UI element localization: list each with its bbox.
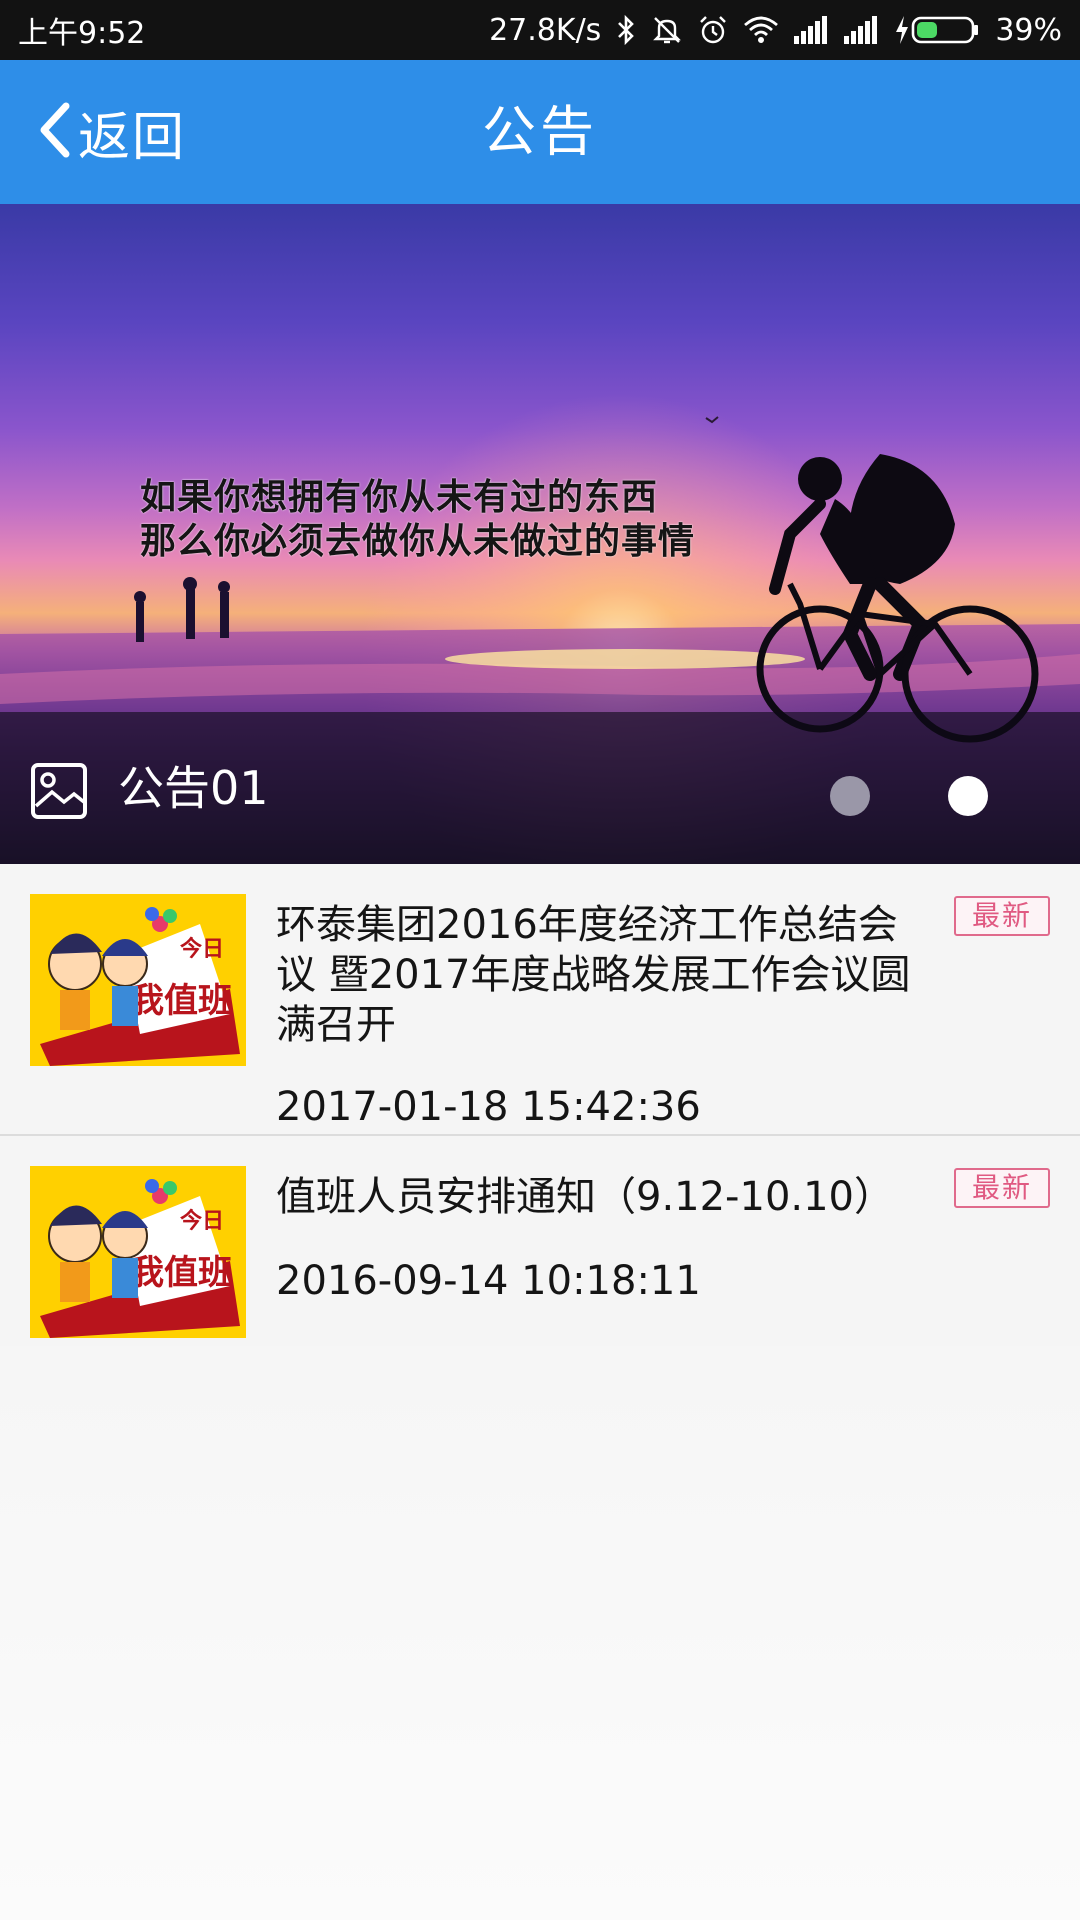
banner-caption: 公告01 [118,761,269,815]
signal-icon [793,16,829,44]
network-speed: 27.8K/s [489,12,602,48]
back-label: 返回 [78,107,187,168]
notice-date: 2016-09-14 10:18:11 [276,1258,701,1304]
battery-percent: 39% [995,12,1062,48]
new-badge: 最新 [954,1168,1050,1208]
notice-list: 今日 我值班 环泰集团2016年度经济工作总结会议 暨2017年度战略发展工作会… [0,864,1080,1346]
banner-caption-bar: 公告01 [0,712,1080,864]
status-time: 上午9:52 [18,16,146,51]
svg-text:今日: 今日 [180,936,224,962]
banner-quote: 如果你想拥有你从未有过的东西 那么你必须去做你从未做过的事情 [140,476,695,564]
battery-icon [911,14,981,46]
carousel-dot[interactable] [830,776,870,816]
new-badge: 最新 [954,896,1050,936]
mute-icon [651,14,683,46]
charging-icon [893,14,911,46]
status-icons: 27.8K/s 39% [489,13,1062,48]
battery [893,14,981,46]
notice-title: 环泰集团2016年度经济工作总结会议 暨2017年度战略发展工作会议圆满召开 [276,902,911,1048]
banner-quote-line: 那么你必须去做你从未做过的事情 [140,521,696,562]
svg-text:我值班: 我值班 [130,981,232,1021]
notice-thumbnail: 今日 我值班 [30,1166,246,1338]
alarm-icon [697,14,729,46]
bluetooth-icon [615,14,637,46]
back-button[interactable]: 返回 [36,60,186,204]
image-icon [30,762,88,824]
empty-area [0,1346,1080,1920]
list-item[interactable]: 今日 我值班 环泰集团2016年度经济工作总结会议 暨2017年度战略发展工作会… [0,864,1080,1136]
chevron-left-icon [36,100,72,164]
notice-title: 值班人员安排通知（9.12-10.10） [276,1174,895,1220]
title-bar: 公告 返回 [0,60,1080,204]
banner-carousel[interactable]: 如果你想拥有你从未有过的东西 那么你必须去做你从未做过的事情 公告01 [0,204,1080,864]
svg-text:今日: 今日 [180,1208,224,1234]
banner-quote-line: 如果你想拥有你从未有过的东西 [140,477,659,518]
signal-icon [843,16,879,44]
carousel-dot-active[interactable] [948,776,988,816]
notice-date: 2017-01-18 15:42:36 [276,1084,701,1130]
svg-text:我值班: 我值班 [130,1253,232,1293]
status-bar: 上午9:52 27.8K/s 39% [0,0,1080,60]
notice-thumbnail: 今日 我值班 [30,894,246,1066]
wifi-icon [743,15,779,45]
list-item[interactable]: 今日 我值班 值班人员安排通知（9.12-10.10） 2016-09-14 1… [0,1136,1080,1346]
